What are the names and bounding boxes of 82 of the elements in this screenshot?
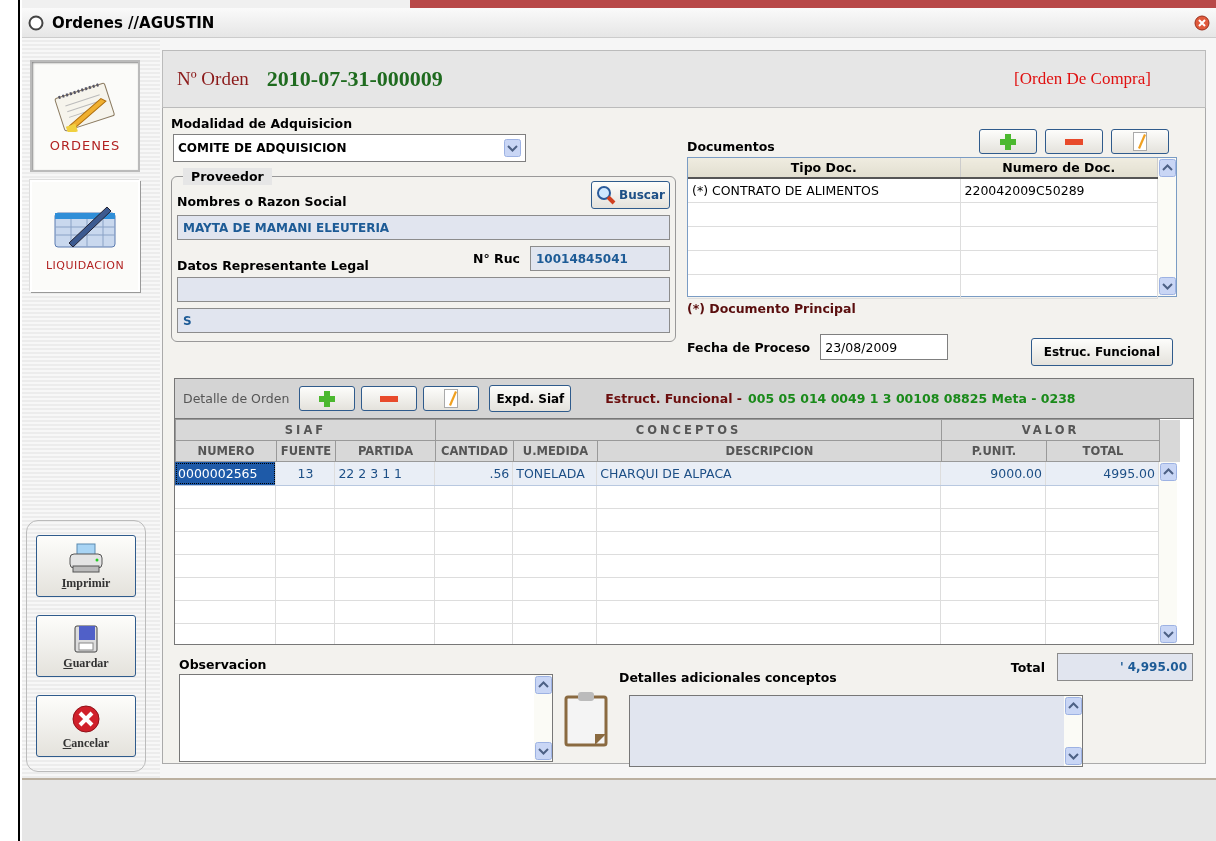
plus-icon [319,390,336,407]
field-label: Detalles adicionales conceptos [619,670,837,685]
table-cell: 0000002565 [175,462,276,485]
edit-button[interactable] [1111,129,1169,154]
structure-button[interactable]: Estruc. Funcional [1030,338,1173,366]
details-field[interactable] [629,695,1083,767]
note-pencil-icon [444,389,459,408]
minus-icon [1065,138,1083,145]
group-header: VALOR [941,419,1160,441]
column-header: Numero de Doc. [960,158,1158,178]
table-cell: 4995.00 [1045,462,1159,485]
scrollbar[interactable] [1064,696,1082,766]
group-header: SIAF [175,419,436,441]
field-label: Fecha de Proceso [687,339,811,355]
table-cell: 9000.00 [940,462,1046,485]
field-label: Datos Representante Legal [177,258,369,273]
search-icon [596,185,617,205]
group-title: Proveedor [183,168,272,185]
search-button[interactable]: Buscar [591,181,670,209]
field-label: Nombres o Razon Social [177,194,347,209]
column-header: Tipo Doc. [688,158,960,178]
name-field[interactable]: MAYTA DE MAMANI ELEUTERIA [177,215,670,240]
scroll-down-icon [1158,277,1176,295]
field-label: Modalidad de Adquisicion [171,116,354,131]
column-header: NUMERO [175,440,277,462]
dropdown-caret-icon [504,139,521,157]
edit-button[interactable] [423,386,480,411]
table-cell: 13 [275,462,335,485]
section-title: Detalle de Orden [183,391,290,406]
ruc-field[interactable]: 10014845041 [530,246,670,271]
scroll-up-icon [1158,159,1176,177]
section-title: Documentos [687,139,775,154]
action-button[interactable]: Guardar [36,615,136,677]
table-cell: (*) CONTRATO DE ALIMENTOS [688,178,960,202]
structure-value: 005 05 014 0049 1 3 00108 08825 Meta - 0238 [748,391,1076,406]
plus-icon [1000,133,1016,150]
action-button[interactable]: Imprimir [36,535,136,597]
clipboard-icon [563,689,609,749]
dropdown[interactable]: COMITE DE ADQUISICION [173,134,526,162]
scrollbar[interactable] [534,675,552,761]
scroll-up-icon [1159,463,1177,481]
scroll-up-icon [1064,697,1082,715]
nav-button[interactable]: LIQUIDACION [30,180,140,292]
order-number: 2010-07-31-000009 [266,66,444,92]
representative-field[interactable] [177,277,670,302]
scrollbar[interactable] [1159,462,1177,644]
table-cell: CHARQUI DE ALPACA [596,462,941,485]
close-icon[interactable] [1194,14,1210,31]
order-type: [Orden De Compra] [1014,69,1151,89]
column-header: DESCRIPCION [597,440,942,462]
nav-button[interactable]: ORDENES [30,60,140,172]
scroll-up-icon [534,676,552,694]
window-title: Ordenes //AGUSTIN [52,13,216,32]
minus-icon [380,395,399,402]
order-label: Nº Orden [177,68,249,90]
field-label: N° Ruc [473,251,520,266]
table-cell: TONELADA [512,462,597,485]
structure-label: Estruct. Funcional - [605,391,742,406]
action-button[interactable]: Cancelar [36,695,136,757]
field-label: Total [1010,659,1045,675]
field-label: Observacion [179,657,268,672]
add-button[interactable] [979,129,1037,154]
group-header: CONCEPTOS [435,419,942,441]
note-text: (*) Documento Principal [687,301,857,316]
representative-field[interactable]: S [177,308,670,333]
scroll-down-icon [534,742,552,760]
observation-field[interactable] [179,674,553,762]
table-cell: 22 2 3 1 1 [334,462,435,485]
date-field[interactable]: 23/08/2009 [820,334,949,360]
radio-circle-icon [28,14,44,31]
scrollbar[interactable] [1158,158,1176,296]
scroll-down-icon [1064,747,1082,765]
scroll-down-icon [1159,625,1177,643]
note-pencil-icon [1133,132,1147,151]
table-cell: 220042009C50289 [960,178,1158,202]
remove-button[interactable] [361,386,418,411]
table-cell: .56 [434,462,513,485]
add-button[interactable] [299,386,356,411]
remove-button[interactable] [1045,129,1103,154]
printer-icon [67,541,105,574]
total-field[interactable]: ' 4,995.00 [1057,653,1193,681]
siaf-button[interactable]: Expd. Siaf [489,385,572,412]
